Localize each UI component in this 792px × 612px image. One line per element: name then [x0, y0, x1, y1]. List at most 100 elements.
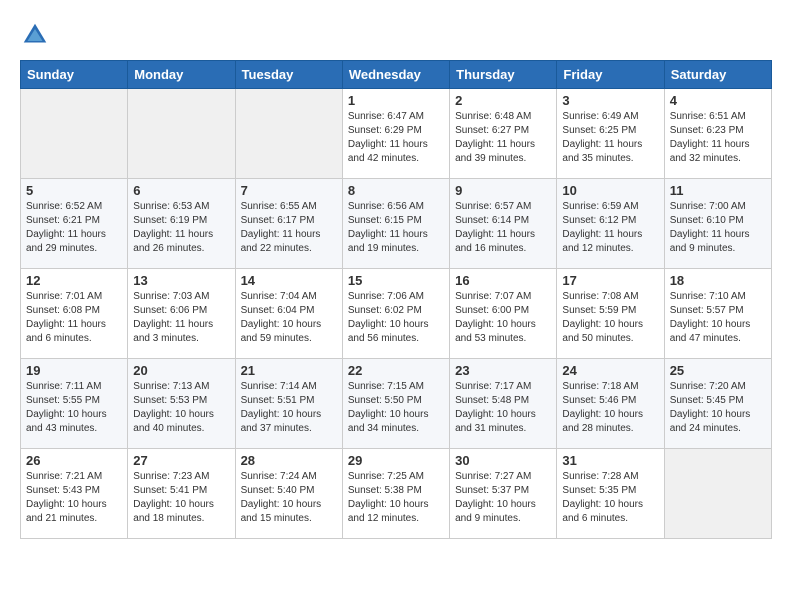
week-row-0: 1 Sunrise: 6:47 AM Sunset: 6:29 PM Daylig… — [21, 89, 772, 179]
logo-icon — [20, 20, 50, 50]
week-row-3: 19 Sunrise: 7:11 AM Sunset: 5:55 PM Dayli… — [21, 359, 772, 449]
day-cell: 10 Sunrise: 6:59 AM Sunset: 6:12 PM Dayli… — [557, 179, 664, 269]
day-info: Sunrise: 7:10 AM Sunset: 5:57 PM Dayligh… — [670, 290, 766, 346]
day-cell — [128, 89, 235, 179]
day-cell: 26Sunrise: 7:21 AM Sunset: 5:43 PM Dayli… — [21, 449, 128, 539]
day-cell: 31 Sunrise: 7:28 AM Sunset: 5:35 PM Dayli… — [557, 449, 664, 539]
day-cell: 1 Sunrise: 6:47 AM Sunset: 6:29 PM Daylig… — [342, 89, 449, 179]
day-info: Sunrise: 6:47 AM Sunset: 6:29 PM Dayligh… — [348, 110, 444, 166]
day-info: Sunrise: 7:01 AM Sunset: 6:08 PM Dayligh… — [26, 290, 122, 346]
day-cell: 22 Sunrise: 7:15 AM Sunset: 5:50 PM Dayli… — [342, 359, 449, 449]
day-number: 17 — [562, 273, 658, 288]
day-number: 13 — [133, 273, 229, 288]
day-info: Sunrise: 7:06 AM Sunset: 6:02 PM Dayligh… — [348, 290, 444, 346]
header-cell-tuesday: Tuesday — [235, 61, 342, 89]
day-info: Sunrise: 7:15 AM Sunset: 5:50 PM Dayligh… — [348, 380, 444, 436]
day-number: 30 — [455, 453, 551, 468]
day-cell: 9Sunrise: 6:57 AM Sunset: 6:14 PM Daylig… — [450, 179, 557, 269]
day-info: Sunrise: 7:24 AM Sunset: 5:40 PM Dayligh… — [241, 470, 337, 526]
day-cell: 16Sunrise: 7:07 AM Sunset: 6:00 PM Dayli… — [450, 269, 557, 359]
day-number: 27 — [133, 453, 229, 468]
day-info: Sunrise: 7:13 AM Sunset: 5:53 PM Dayligh… — [133, 380, 229, 436]
day-cell: 8 Sunrise: 6:56 AM Sunset: 6:15 PM Daylig… — [342, 179, 449, 269]
day-info: Sunrise: 7:17 AM Sunset: 5:48 PM Dayligh… — [455, 380, 551, 436]
day-number: 18 — [670, 273, 766, 288]
day-info: Sunrise: 7:18 AM Sunset: 5:46 PM Dayligh… — [562, 380, 658, 436]
day-cell — [235, 89, 342, 179]
day-cell: 6 Sunrise: 6:53 AM Sunset: 6:19 PM Daylig… — [128, 179, 235, 269]
day-cell: 7 Sunrise: 6:55 AM Sunset: 6:17 PM Daylig… — [235, 179, 342, 269]
day-cell: 27 Sunrise: 7:23 AM Sunset: 5:41 PM Dayli… — [128, 449, 235, 539]
day-number: 2 — [455, 93, 551, 108]
day-number: 11 — [670, 183, 766, 198]
day-info: Sunrise: 6:59 AM Sunset: 6:12 PM Dayligh… — [562, 200, 658, 256]
header-row: SundayMondayTuesdayWednesdayThursdayFrid… — [21, 61, 772, 89]
day-info: Sunrise: 7:00 AM Sunset: 6:10 PM Dayligh… — [670, 200, 766, 256]
day-number: 10 — [562, 183, 658, 198]
week-row-1: 5 Sunrise: 6:52 AM Sunset: 6:21 PM Daylig… — [21, 179, 772, 269]
day-number: 19 — [26, 363, 122, 378]
day-number: 8 — [348, 183, 444, 198]
day-number: 31 — [562, 453, 658, 468]
day-number: 22 — [348, 363, 444, 378]
day-info: Sunrise: 7:28 AM Sunset: 5:35 PM Dayligh… — [562, 470, 658, 526]
day-number: 25 — [670, 363, 766, 378]
day-cell: 4Sunrise: 6:51 AM Sunset: 6:23 PM Daylig… — [664, 89, 771, 179]
day-cell — [664, 449, 771, 539]
day-number: 20 — [133, 363, 229, 378]
day-number: 7 — [241, 183, 337, 198]
day-cell: 24 Sunrise: 7:18 AM Sunset: 5:46 PM Dayli… — [557, 359, 664, 449]
day-info: Sunrise: 7:27 AM Sunset: 5:37 PM Dayligh… — [455, 470, 551, 526]
header-cell-thursday: Thursday — [450, 61, 557, 89]
day-info: Sunrise: 6:49 AM Sunset: 6:25 PM Dayligh… — [562, 110, 658, 166]
logo — [20, 20, 54, 50]
page-header — [20, 20, 772, 50]
day-info: Sunrise: 6:55 AM Sunset: 6:17 PM Dayligh… — [241, 200, 337, 256]
day-cell — [21, 89, 128, 179]
day-number: 26 — [26, 453, 122, 468]
day-cell: 2Sunrise: 6:48 AM Sunset: 6:27 PM Daylig… — [450, 89, 557, 179]
day-cell: 30 Sunrise: 7:27 AM Sunset: 5:37 PM Dayli… — [450, 449, 557, 539]
header-cell-monday: Monday — [128, 61, 235, 89]
day-info: Sunrise: 6:56 AM Sunset: 6:15 PM Dayligh… — [348, 200, 444, 256]
day-cell: 23 Sunrise: 7:17 AM Sunset: 5:48 PM Dayli… — [450, 359, 557, 449]
day-number: 28 — [241, 453, 337, 468]
day-cell: 3Sunrise: 6:49 AM Sunset: 6:25 PM Daylig… — [557, 89, 664, 179]
day-cell: 18 Sunrise: 7:10 AM Sunset: 5:57 PM Dayli… — [664, 269, 771, 359]
day-info: Sunrise: 7:03 AM Sunset: 6:06 PM Dayligh… — [133, 290, 229, 346]
day-info: Sunrise: 7:20 AM Sunset: 5:45 PM Dayligh… — [670, 380, 766, 436]
day-cell: 25 Sunrise: 7:20 AM Sunset: 5:45 PM Dayli… — [664, 359, 771, 449]
header-cell-saturday: Saturday — [664, 61, 771, 89]
day-info: Sunrise: 7:07 AM Sunset: 6:00 PM Dayligh… — [455, 290, 551, 346]
day-info: Sunrise: 6:52 AM Sunset: 6:21 PM Dayligh… — [26, 200, 122, 256]
day-cell: 12Sunrise: 7:01 AM Sunset: 6:08 PM Dayli… — [21, 269, 128, 359]
day-number: 29 — [348, 453, 444, 468]
day-number: 23 — [455, 363, 551, 378]
day-number: 5 — [26, 183, 122, 198]
header-cell-sunday: Sunday — [21, 61, 128, 89]
day-cell: 5 Sunrise: 6:52 AM Sunset: 6:21 PM Daylig… — [21, 179, 128, 269]
day-cell: 20 Sunrise: 7:13 AM Sunset: 5:53 PM Dayli… — [128, 359, 235, 449]
calendar-table: SundayMondayTuesdayWednesdayThursdayFrid… — [20, 60, 772, 539]
day-number: 6 — [133, 183, 229, 198]
day-cell: 21Sunrise: 7:14 AM Sunset: 5:51 PM Dayli… — [235, 359, 342, 449]
day-number: 4 — [670, 93, 766, 108]
day-cell: 11 Sunrise: 7:00 AM Sunset: 6:10 PM Dayli… — [664, 179, 771, 269]
header-cell-wednesday: Wednesday — [342, 61, 449, 89]
day-number: 24 — [562, 363, 658, 378]
day-cell: 13 Sunrise: 7:03 AM Sunset: 6:06 PM Dayli… — [128, 269, 235, 359]
day-cell: 19 Sunrise: 7:11 AM Sunset: 5:55 PM Dayli… — [21, 359, 128, 449]
day-info: Sunrise: 6:53 AM Sunset: 6:19 PM Dayligh… — [133, 200, 229, 256]
week-row-4: 26Sunrise: 7:21 AM Sunset: 5:43 PM Dayli… — [21, 449, 772, 539]
day-cell: 28 Sunrise: 7:24 AM Sunset: 5:40 PM Dayli… — [235, 449, 342, 539]
day-number: 15 — [348, 273, 444, 288]
day-number: 9 — [455, 183, 551, 198]
day-info: Sunrise: 7:08 AM Sunset: 5:59 PM Dayligh… — [562, 290, 658, 346]
day-cell: 17 Sunrise: 7:08 AM Sunset: 5:59 PM Dayli… — [557, 269, 664, 359]
day-info: Sunrise: 7:25 AM Sunset: 5:38 PM Dayligh… — [348, 470, 444, 526]
day-number: 14 — [241, 273, 337, 288]
day-info: Sunrise: 7:23 AM Sunset: 5:41 PM Dayligh… — [133, 470, 229, 526]
day-info: Sunrise: 7:11 AM Sunset: 5:55 PM Dayligh… — [26, 380, 122, 436]
day-info: Sunrise: 7:14 AM Sunset: 5:51 PM Dayligh… — [241, 380, 337, 436]
day-number: 1 — [348, 93, 444, 108]
